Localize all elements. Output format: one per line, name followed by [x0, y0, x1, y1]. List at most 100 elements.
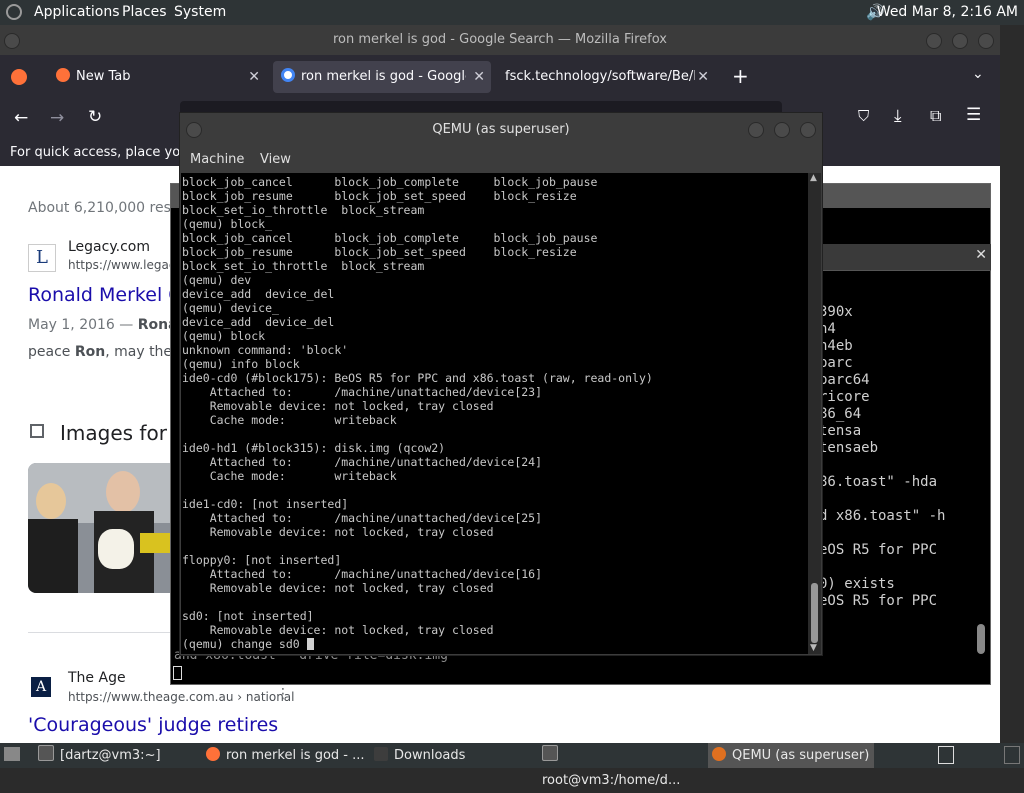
- image-thumbnail[interactable]: [28, 463, 178, 593]
- qemu-titlebar[interactable]: QEMU (as superuser): [180, 113, 822, 146]
- window-menu-icon[interactable]: [186, 122, 202, 138]
- reload-icon[interactable]: ↻: [88, 107, 102, 127]
- machine-menu[interactable]: Machine: [190, 152, 244, 167]
- result2-title[interactable]: 'Courageous' judge retires: [28, 714, 278, 736]
- minimize-icon[interactable]: [926, 33, 942, 49]
- tab-close-icon[interactable]: ✕: [473, 61, 485, 93]
- maximize-icon[interactable]: [952, 33, 968, 49]
- qemu-menubar: Machine View: [180, 146, 822, 173]
- result1-url[interactable]: https://www.legacy.: [68, 258, 185, 272]
- console-prompt: (qemu) change sd0: [182, 637, 307, 651]
- tab-close-icon[interactable]: ✕: [248, 61, 260, 93]
- terminal-icon: [38, 745, 54, 761]
- result1-title[interactable]: Ronald Merkel O: [28, 284, 183, 306]
- qemu-scrollbar[interactable]: ▲ ▼: [808, 173, 821, 654]
- tab-google-search[interactable]: ron merkel is god - Google S ✕: [273, 61, 491, 93]
- console-line: Cache mode: writeback: [182, 469, 397, 483]
- taskbar-item-downloads[interactable]: Downloads: [374, 743, 534, 768]
- terminal-close-icon[interactable]: ✕: [975, 247, 987, 263]
- terminal-scrollbar[interactable]: [977, 624, 985, 654]
- terminal-line: tensa: [819, 423, 862, 439]
- close-icon[interactable]: [978, 33, 994, 49]
- console-line: Cache mode: writeback: [182, 413, 397, 427]
- terminal-line: eOS R5 for PPC: [819, 542, 938, 558]
- taskbar-item-label: QEMU (as superuser): [732, 748, 870, 763]
- console-line: device_add device_del: [182, 287, 335, 301]
- snippet-text: peace: [28, 344, 75, 360]
- console-line: (qemu) dev: [182, 273, 252, 287]
- firefox-icon[interactable]: [11, 69, 27, 85]
- pocket-icon[interactable]: ⛉: [858, 107, 869, 125]
- terminal-tab-bar: ✕: [821, 244, 991, 271]
- tab-close-icon[interactable]: ✕: [697, 61, 709, 93]
- terminal-icon: [542, 745, 558, 761]
- terminal-line: parc: [819, 355, 853, 371]
- gnome-foot-icon[interactable]: [6, 4, 22, 20]
- workspace-switcher-icon[interactable]: [1004, 746, 1020, 764]
- console-line: ide0-hd1 (#block315): disk.img (qcow2): [182, 441, 446, 455]
- qemu-console-screen[interactable]: block_job_cancel block_job_complete bloc…: [181, 173, 808, 654]
- terminal-line: 390x: [819, 304, 853, 320]
- window-menu-icon[interactable]: [4, 33, 20, 49]
- taskbar-item-qemu[interactable]: QEMU (as superuser): [708, 743, 874, 768]
- tab-new-tab[interactable]: New Tab ✕: [48, 61, 266, 93]
- taskbar-item-firefox[interactable]: ron merkel is god - ...: [206, 743, 366, 768]
- terminal-line: 86.toast" -hda: [819, 474, 938, 490]
- console-line: block_job_cancel block_job_complete bloc…: [182, 175, 598, 189]
- terminal-output: 390x h4 h4eb parc parc64 ricore 86_64 tensa tens…: [819, 304, 989, 610]
- terminal-line: h4: [819, 321, 836, 337]
- more-options-icon[interactable]: ⋮: [276, 686, 290, 702]
- qemu-window-title: QEMU (as superuser): [432, 122, 570, 137]
- legacy-logo-icon: L: [28, 244, 56, 272]
- terminal-line: h4eb: [819, 338, 853, 354]
- forward-icon[interactable]: →: [50, 108, 64, 128]
- divider: [28, 632, 178, 633]
- console-cursor: [306, 638, 314, 650]
- console-line: Attached to: /machine/unattached/device[…: [182, 511, 543, 525]
- applications-menu[interactable]: Applications: [34, 4, 120, 20]
- console-line: device_add device_del: [182, 315, 335, 329]
- maximize-icon[interactable]: [774, 122, 790, 138]
- view-menu[interactable]: View: [260, 152, 291, 167]
- terminal-line: d x86.toast" -h: [819, 508, 946, 524]
- scroll-up-icon[interactable]: ▲: [810, 173, 817, 183]
- result2-url[interactable]: https://www.theage.com.au › national: [68, 690, 295, 704]
- console-line: (qemu) device_: [182, 301, 279, 315]
- console-line: (qemu) block_: [182, 217, 273, 231]
- minimize-icon[interactable]: [748, 122, 764, 138]
- taskbar-item-root-terminal[interactable]: root@vm3:/home/d...: [542, 743, 702, 788]
- menu-icon[interactable]: ☰: [966, 105, 981, 125]
- console-line: block_job_cancel block_job_complete bloc…: [182, 231, 598, 245]
- tab-label: ron merkel is god - Google S: [301, 69, 466, 84]
- terminal-line: 0) exists: [819, 576, 895, 592]
- images-heading: Images for: [60, 421, 167, 445]
- scroll-thumb[interactable]: [811, 583, 818, 643]
- taskbar-item-label: root@vm3:/home/d...: [542, 773, 681, 788]
- extensions-icon[interactable]: ⧉: [930, 106, 941, 126]
- places-menu[interactable]: Places: [122, 4, 167, 20]
- new-tab-icon[interactable]: +: [732, 64, 749, 88]
- workspace-switcher-icon[interactable]: [938, 746, 954, 764]
- firefox-titlebar: ron merkel is god - Google Search — Mozi…: [0, 25, 1000, 55]
- tab-fsck[interactable]: fsck.technology/software/Be/Be ✕: [497, 61, 715, 93]
- console-line: Attached to: /machine/unattached/device[…: [182, 567, 543, 581]
- result1-date: May 1, 2016 —: [28, 317, 138, 333]
- firefox-window-title: ron merkel is god - Google Search — Mozi…: [333, 32, 667, 47]
- close-icon[interactable]: [800, 122, 816, 138]
- system-menu[interactable]: System: [174, 4, 226, 20]
- back-icon[interactable]: ←: [14, 108, 28, 128]
- scroll-down-icon[interactable]: ▼: [810, 643, 817, 653]
- console-line: ide0-cd0 (#block175): BeOS R5 for PPC an…: [182, 371, 653, 385]
- list-tabs-icon[interactable]: ⌄: [972, 66, 984, 82]
- downloads-icon[interactable]: ⤓: [894, 106, 902, 126]
- taskbar-item-terminal[interactable]: [dartz@vm3:~]: [38, 743, 198, 768]
- image-icon: [30, 424, 44, 438]
- console-line: Removable device: not locked, tray close…: [182, 581, 494, 595]
- clock[interactable]: Wed Mar 8, 2:16 AM: [877, 4, 1018, 20]
- terminal-line: ricore: [819, 389, 870, 405]
- qemu-icon: [712, 747, 726, 761]
- console-line: block_set_io_throttle block_stream: [182, 203, 425, 217]
- show-desktop-icon[interactable]: [4, 747, 20, 761]
